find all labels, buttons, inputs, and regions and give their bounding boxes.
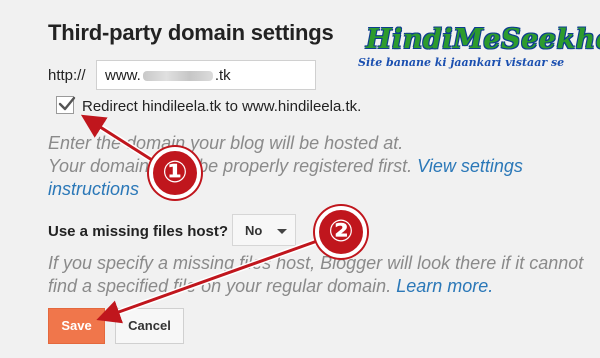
missing-files-help: If you specify a missing files host, Blo… xyxy=(48,252,593,298)
section-title: Third-party domain settings xyxy=(48,20,334,45)
watermark-tagline: Site banane ki jaankari vistaar se xyxy=(358,56,565,69)
domain-input[interactable]: www. .tk xyxy=(96,60,316,90)
protocol-label: http:// xyxy=(48,67,86,84)
missing-files-label: Use a missing files host? xyxy=(48,223,229,240)
missing-files-help-text: If you specify a missing files host, Blo… xyxy=(48,253,584,296)
step-1-badge: ① xyxy=(149,147,201,199)
domain-value-start: www. xyxy=(105,67,141,84)
domain-help-line1: Enter the domain your blog will be hoste… xyxy=(48,133,404,153)
redirect-checkbox[interactable] xyxy=(56,96,76,114)
domain-value-end: .tk xyxy=(214,67,231,84)
watermark-logo: HindiMeSeekhe xyxy=(366,24,600,55)
missing-files-value: No xyxy=(245,223,263,238)
domain-help-line2-wrap: Your domain must be properly registered … xyxy=(48,155,588,201)
domain-help-line2: Your domain must be properly registered … xyxy=(48,156,418,176)
chevron-down-icon xyxy=(277,229,287,234)
cancel-button[interactable]: Cancel xyxy=(115,308,184,344)
blurred-domain xyxy=(142,71,213,82)
learn-more-link[interactable]: Learn more. xyxy=(396,276,493,296)
domain-settings-panel: Third-party domain settings HindiMeSeekh… xyxy=(0,0,600,358)
save-button[interactable]: Save xyxy=(48,308,105,344)
checkmark-icon xyxy=(58,96,76,111)
redirect-label: Redirect hindileela.tk to www.hindileela… xyxy=(82,98,362,115)
step-2-badge: ② xyxy=(315,206,367,258)
domain-help-text: Enter the domain your blog will be hoste… xyxy=(48,132,588,201)
missing-files-select[interactable]: No xyxy=(232,214,296,246)
